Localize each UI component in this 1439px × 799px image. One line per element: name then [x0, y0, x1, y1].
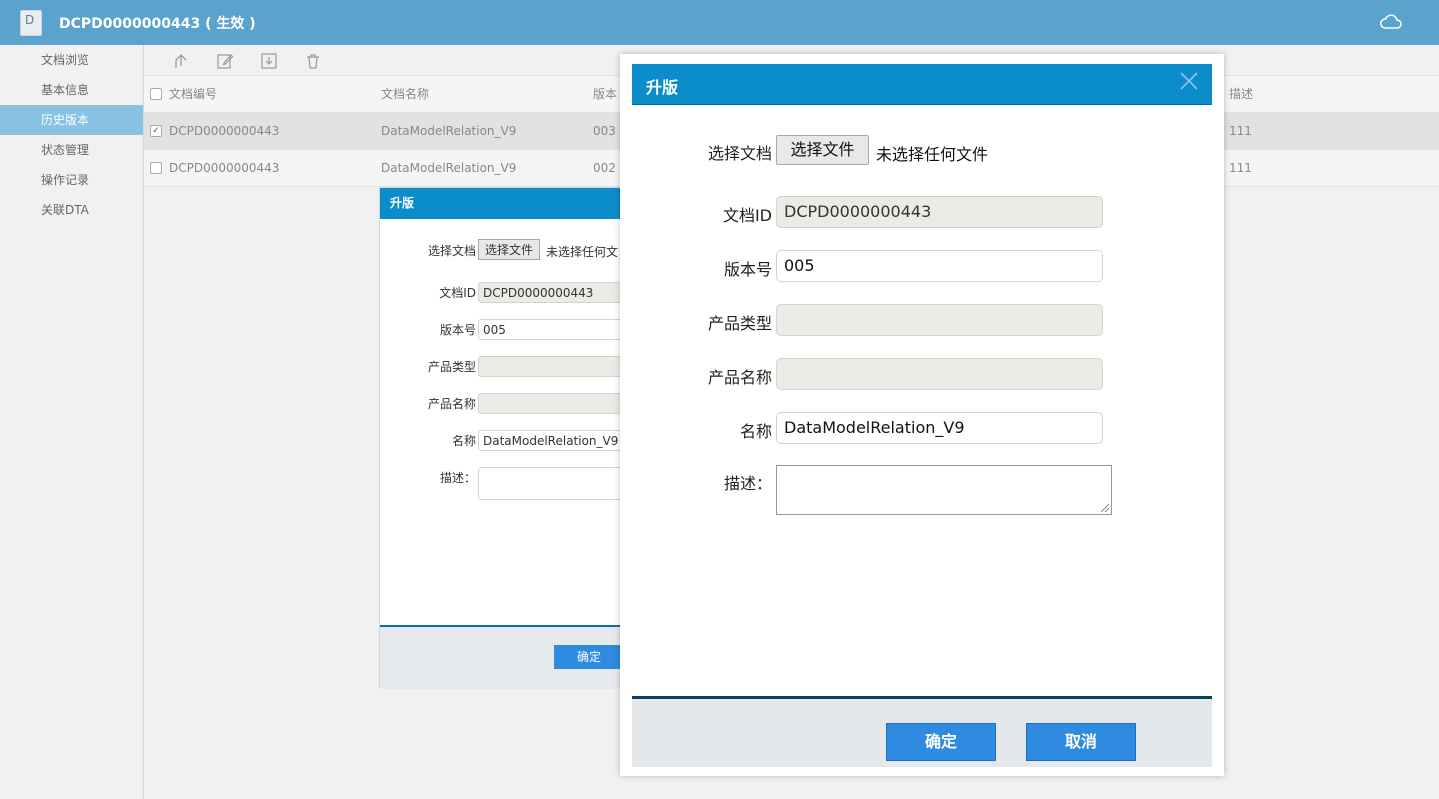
download-icon[interactable] [260, 52, 278, 70]
product-type-field [776, 304, 1103, 336]
name-label: 名称 [451, 434, 476, 448]
sidebar-item-related-dta[interactable]: 关联DTA [0, 195, 143, 225]
column-description[interactable]: 描述 [1229, 76, 1253, 112]
product-name-label: 产品名称 [707, 368, 772, 387]
cell-doc-no: DCPD0000000443 [169, 124, 280, 138]
column-doc-name[interactable]: 文档名称 [381, 76, 429, 112]
choose-doc-label: 选择文档 [707, 144, 772, 163]
cell-description: 111 [1229, 161, 1252, 175]
product-name-label: 产品名称 [427, 397, 476, 411]
doc-id-field: DCPD0000000443 [776, 196, 1103, 228]
name-label: 名称 [739, 422, 772, 441]
desc-label: 描述： [723, 474, 772, 493]
cell-doc-name: DataModelRelation_V9 [381, 124, 517, 138]
doc-id-label: 文档ID [439, 286, 476, 300]
doc-id-label: 文档ID [722, 206, 772, 225]
choose-doc-label: 选择文档 [427, 244, 476, 258]
sidebar-item-operation-log[interactable]: 操作记录 [0, 165, 143, 195]
dialog-title: 升版 [646, 78, 679, 97]
dialog-header: 升版 [632, 64, 1212, 105]
desc-textarea[interactable] [776, 465, 1112, 515]
edit-icon[interactable] [216, 52, 234, 70]
page-title: DCPD0000000443 ( 生效 ) [59, 16, 256, 32]
row-checkbox[interactable] [150, 162, 162, 174]
cell-version: 002 [593, 161, 616, 175]
no-file-text: 未选择任何文件 [876, 145, 989, 164]
column-version[interactable]: 版本 [593, 76, 617, 112]
sidebar-item-document-browse[interactable]: 文档浏览 [0, 45, 143, 75]
sidebar-item-basic-info[interactable]: 基本信息 [0, 75, 143, 105]
product-type-label: 产品类型 [427, 360, 476, 374]
product-type-label: 产品类型 [707, 314, 772, 333]
product-name-field [776, 358, 1103, 390]
document-icon: D [20, 10, 42, 36]
cell-doc-no: DCPD0000000443 [169, 161, 280, 175]
choose-file-button[interactable]: 选择文件 [776, 135, 869, 165]
dialog-footer: 确定 取消 [632, 696, 1212, 767]
column-doc-no[interactable]: 文档编号 [169, 76, 217, 112]
ok-button[interactable]: 确定 [554, 645, 624, 669]
upgrade-dialog: 升版 选择文档 选择文件 未选择任何文件 文档ID DCPD0000000443… [632, 64, 1212, 767]
version-field[interactable]: 005 [776, 250, 1103, 282]
version-label: 版本号 [723, 260, 772, 279]
sidebar: 文档浏览 基本信息 历史版本 状态管理 操作记录 关联DTA [0, 45, 144, 799]
desc-label: 描述： [439, 471, 476, 485]
upgrade-icon[interactable] [172, 52, 190, 70]
select-all-checkbox[interactable] [150, 88, 162, 100]
cancel-button[interactable]: 取消 [1026, 723, 1136, 761]
upgrade-dialog-background: 升版 选择文档 选择文件 未选择任何文 文档ID DCPD0000000443 … [379, 187, 648, 689]
sidebar-item-status-management[interactable]: 状态管理 [0, 135, 143, 165]
sidebar-item-history-versions[interactable]: 历史版本 [0, 105, 143, 135]
dialog-title: 升版 [380, 188, 640, 219]
cloud-icon[interactable] [1379, 13, 1403, 31]
cell-description: 111 [1229, 124, 1252, 138]
row-checkbox[interactable]: ✓ [150, 125, 162, 137]
cell-doc-name: DataModelRelation_V9 [381, 161, 517, 175]
choose-file-button[interactable]: 选择文件 [478, 239, 541, 260]
delete-icon[interactable] [304, 52, 322, 70]
resize-grip-icon[interactable] [1101, 504, 1109, 512]
cell-version: 003 [593, 124, 616, 138]
version-label: 版本号 [439, 323, 476, 337]
close-icon[interactable] [1180, 72, 1198, 90]
no-file-text: 未选择任何文 [546, 245, 619, 259]
name-field[interactable]: DataModelRelation_V9 [776, 412, 1103, 444]
top-bar: D DCPD0000000443 ( 生效 ) [0, 0, 1439, 45]
dialog-footer: 确定 [380, 625, 640, 689]
ok-button[interactable]: 确定 [886, 723, 996, 761]
